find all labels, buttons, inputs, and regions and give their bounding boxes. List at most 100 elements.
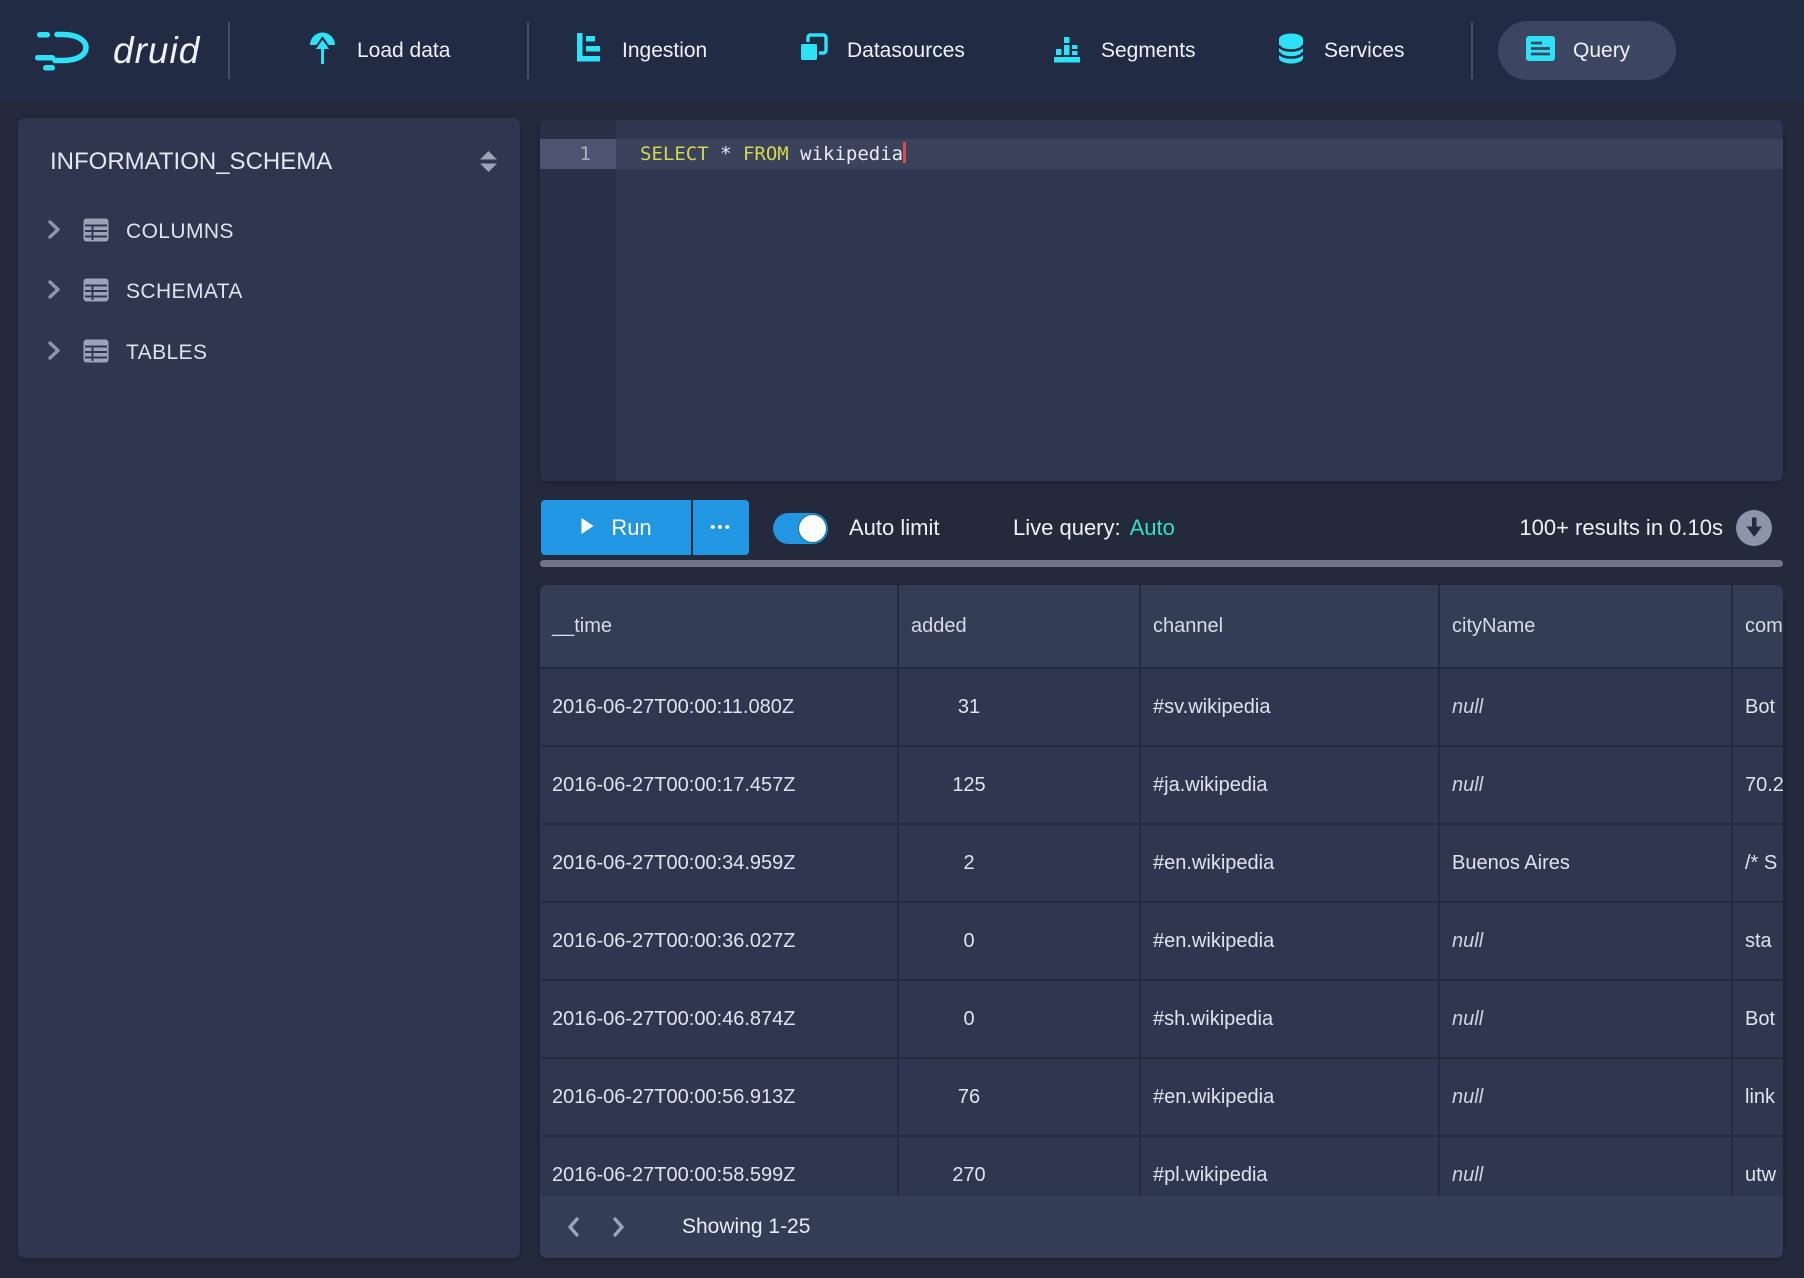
more-options-icon: ••• <box>710 519 732 536</box>
nav-item-ingestion[interactable]: Ingestion <box>575 0 707 101</box>
column-header-comment[interactable]: comment <box>1731 585 1783 667</box>
sidebar-item-label: TABLES <box>126 341 207 365</box>
table-cell[interactable]: 125 <box>897 747 1139 823</box>
table-cell[interactable]: #en.wikipedia <box>1139 825 1438 901</box>
nav-item-label: Query <box>1573 39 1630 63</box>
table-cell[interactable]: #sv.wikipedia <box>1139 669 1438 745</box>
table-cell[interactable]: #sh.wikipedia <box>1139 981 1438 1057</box>
datasources-icon <box>798 33 829 69</box>
auto-limit-toggle[interactable] <box>773 513 828 544</box>
run-button-label: Run <box>611 515 651 541</box>
line-number: 1 <box>540 139 616 169</box>
table-cell[interactable]: null <box>1438 669 1731 745</box>
table-cell[interactable]: 31 <box>897 669 1139 745</box>
next-page-button[interactable] <box>596 1205 640 1249</box>
text-cursor <box>903 142 906 163</box>
table-cell[interactable]: #en.wikipedia <box>1139 1059 1438 1135</box>
chevron-right-icon[interactable] <box>44 340 62 366</box>
druid-logo[interactable]: druid <box>35 0 200 101</box>
schema-panel: INFORMATION_SCHEMA COLUMNS <box>18 118 520 1258</box>
navbar-divider <box>228 22 230 79</box>
brand-wordmark: druid <box>113 30 200 72</box>
table-cell[interactable]: 2016-06-27T00:00:34.959Z <box>540 825 897 901</box>
table-cell[interactable]: Bot <box>1731 981 1783 1057</box>
table-cell[interactable]: 2016-06-27T00:00:17.457Z <box>540 747 897 823</box>
table-row: 2016-06-27T00:00:36.027Z0#en.wikipedianu… <box>540 901 1783 979</box>
nav-item-query-active[interactable]: Query <box>1498 21 1676 80</box>
sidebar-item-schemata[interactable]: SCHEMATA <box>18 268 520 316</box>
editor-gutter <box>540 120 616 481</box>
nav-item-label: Services <box>1324 39 1405 63</box>
column-header-added[interactable]: added <box>897 585 1139 667</box>
table-cell[interactable]: null <box>1438 903 1731 979</box>
nav-item-load-data[interactable]: Load data <box>306 0 450 101</box>
table-cell[interactable]: Buenos Aires <box>1438 825 1731 901</box>
table-cell[interactable]: 0 <box>897 903 1139 979</box>
chevron-right-icon[interactable] <box>44 279 62 305</box>
run-more-options-button[interactable]: ••• <box>693 500 749 555</box>
table-cell[interactable]: 2016-06-27T00:00:36.027Z <box>540 903 897 979</box>
table-cell[interactable]: 76 <box>897 1059 1139 1135</box>
sidebar-item-label: COLUMNS <box>126 220 234 244</box>
play-icon <box>580 517 595 538</box>
nav-item-label: Datasources <box>847 39 965 63</box>
table-cell[interactable]: 70.2 <box>1731 747 1783 823</box>
table-cell[interactable]: Bot <box>1731 669 1783 745</box>
nav-item-label: Load data <box>357 39 450 63</box>
column-header-channel[interactable]: channel <box>1139 585 1438 667</box>
results-panel: __timeaddedchannelcityNamecomment 2016-0… <box>540 585 1783 1258</box>
sql-keyword: FROM <box>743 143 789 165</box>
query-editor[interactable]: 1 SELECT * FROM wikipedia <box>540 120 1783 481</box>
live-query-value[interactable]: Auto <box>1130 515 1175 541</box>
table-row: 2016-06-27T00:00:56.913Z76#en.wikipedian… <box>540 1057 1783 1135</box>
table-cell[interactable]: null <box>1438 747 1731 823</box>
table-cell[interactable]: #en.wikipedia <box>1139 903 1438 979</box>
segments-icon <box>1053 33 1083 69</box>
services-icon <box>1277 32 1306 70</box>
navbar-divider <box>1471 22 1473 79</box>
results-footer: Showing 1-25 <box>540 1196 1783 1258</box>
results-body: 2016-06-27T00:00:11.080Z31#sv.wikipedian… <box>540 667 1783 1213</box>
pagination-status: Showing 1-25 <box>682 1215 810 1239</box>
run-button[interactable]: Run <box>541 500 691 555</box>
table-cell[interactable]: null <box>1438 1059 1731 1135</box>
table-cell[interactable]: null <box>1438 981 1731 1057</box>
table-icon <box>83 339 109 368</box>
table-cell[interactable]: #ja.wikipedia <box>1139 747 1438 823</box>
column-header-__time[interactable]: __time <box>540 585 897 667</box>
nav-item-label: Ingestion <box>622 39 707 63</box>
query-icon <box>1525 35 1556 67</box>
sql-keyword: SELECT <box>640 143 709 165</box>
load-data-icon <box>306 29 339 72</box>
nav-item-services[interactable]: Services <box>1277 0 1405 101</box>
table-cell[interactable]: 2016-06-27T00:00:46.874Z <box>540 981 897 1057</box>
live-query-control: Live query: Auto <box>1013 515 1175 541</box>
nav-item-datasources[interactable]: Datasources <box>798 0 965 101</box>
live-query-label: Live query: <box>1013 515 1121 541</box>
table-cell[interactable]: 2016-06-27T00:00:56.913Z <box>540 1059 897 1135</box>
horizontal-scrollbar[interactable] <box>540 560 1783 567</box>
sql-input[interactable]: SELECT * FROM wikipedia <box>640 139 906 169</box>
table-cell[interactable]: /* S <box>1731 825 1783 901</box>
table-icon <box>83 278 109 307</box>
results-summary: 100+ results in 0.10s <box>1519 515 1723 541</box>
table-cell[interactable]: link <box>1731 1059 1783 1135</box>
table-row: 2016-06-27T00:00:34.959Z2#en.wikipediaBu… <box>540 823 1783 901</box>
sidebar-item-tables[interactable]: TABLES <box>18 329 520 377</box>
table-cell[interactable]: 0 <box>897 981 1139 1057</box>
table-cell[interactable]: 2016-06-27T00:00:11.080Z <box>540 669 897 745</box>
previous-page-button[interactable] <box>552 1205 596 1249</box>
table-cell[interactable]: 2 <box>897 825 1139 901</box>
table-cell[interactable]: sta <box>1731 903 1783 979</box>
sort-icon[interactable] <box>479 150 498 178</box>
column-header-cityName[interactable]: cityName <box>1438 585 1731 667</box>
chevron-right-icon[interactable] <box>44 219 62 245</box>
sidebar-item-columns[interactable]: COLUMNS <box>18 208 520 256</box>
download-icon[interactable] <box>1735 509 1773 552</box>
nav-item-segments[interactable]: Segments <box>1053 0 1196 101</box>
auto-limit-label: Auto limit <box>849 515 939 541</box>
table-icon <box>83 218 109 247</box>
results-header-row: __timeaddedchannelcityNamecomment <box>540 585 1783 667</box>
druid-logo-icon <box>35 25 99 76</box>
ingestion-icon <box>575 32 604 69</box>
